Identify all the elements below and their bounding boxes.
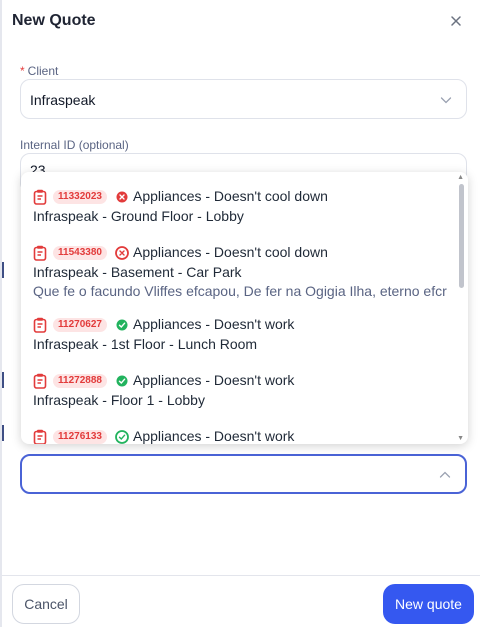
dropdown-item[interactable]: 11272888 Appliances - Doesn't work Infra… xyxy=(33,372,453,408)
dropdown-item[interactable]: 11270627 Appliances - Doesn't work Infra… xyxy=(33,316,453,352)
chevron-up-icon xyxy=(439,471,451,478)
location-text: Infraspeak - 1st Floor - Lunch Room xyxy=(33,336,258,352)
client-label: * Client xyxy=(20,64,58,78)
issue-title: Appliances - Doesn't cool down xyxy=(133,188,328,204)
scroll-up-arrow[interactable]: ▲ xyxy=(457,174,464,181)
cancel-button[interactable]: Cancel xyxy=(12,584,80,624)
scrollbar-thumb[interactable] xyxy=(459,184,464,288)
required-mark: * xyxy=(20,64,25,78)
request-select[interactable] xyxy=(20,454,467,494)
error-outline-status-icon xyxy=(115,246,129,260)
client-select[interactable]: Infraspeak xyxy=(20,79,467,119)
description-text: Que fe o facundo Vliffes efcapou, De fer… xyxy=(33,283,447,299)
ok-status-icon xyxy=(116,375,128,387)
ok-status-icon xyxy=(116,319,128,331)
issue-title: Appliances - Doesn't cool down xyxy=(133,244,328,260)
clipboard-icon xyxy=(33,373,47,389)
new-quote-button[interactable]: New quote xyxy=(383,584,474,624)
modal-footer: Cancel New quote xyxy=(2,575,480,627)
clipboard-icon xyxy=(33,245,47,261)
clipboard-icon xyxy=(33,429,47,444)
request-code-badge: 11332023 xyxy=(53,190,107,204)
issue-title: Appliances - Doesn't work xyxy=(133,316,295,332)
dropdown-item[interactable]: 11276133 Appliances - Doesn't work xyxy=(33,428,453,444)
location-text: Infraspeak - Ground Floor - Lobby xyxy=(33,208,244,224)
location-text: Infraspeak - Basement - Car Park xyxy=(33,264,242,280)
quote-modal: New Quote * Client Infraspeak Internal ID… xyxy=(0,0,480,627)
chevron-down-icon xyxy=(440,97,452,104)
request-code-badge: 11543380 xyxy=(53,246,107,260)
internal-id-label: Internal ID (optional) xyxy=(20,138,129,152)
request-code-badge: 11272888 xyxy=(53,374,107,388)
modal-header: New Quote xyxy=(12,0,480,44)
request-code-badge: 11276133 xyxy=(53,430,107,444)
ok-outline-status-icon xyxy=(115,430,129,444)
request-dropdown-menu[interactable]: 11332023 Appliances - Doesn't cool down … xyxy=(21,172,468,444)
location-text: Infraspeak - Floor 1 - Lobby xyxy=(33,392,205,408)
clipboard-icon xyxy=(33,189,47,205)
modal-title: New Quote xyxy=(12,12,96,29)
issue-title: Appliances - Doesn't work xyxy=(133,372,295,388)
dropdown-item[interactable]: 11543380 Appliances - Doesn't cool down … xyxy=(33,244,453,299)
dropdown-item[interactable]: 11332023 Appliances - Doesn't cool down … xyxy=(33,188,453,224)
issue-title: Appliances - Doesn't work xyxy=(133,428,295,444)
error-status-icon xyxy=(116,191,128,203)
clipboard-icon xyxy=(33,317,47,333)
close-icon[interactable] xyxy=(448,13,464,29)
scroll-down-arrow[interactable]: ▼ xyxy=(457,435,464,442)
client-label-text: Client xyxy=(27,64,59,78)
request-code-badge: 11270627 xyxy=(53,318,107,332)
client-value: Infraspeak xyxy=(30,92,96,108)
